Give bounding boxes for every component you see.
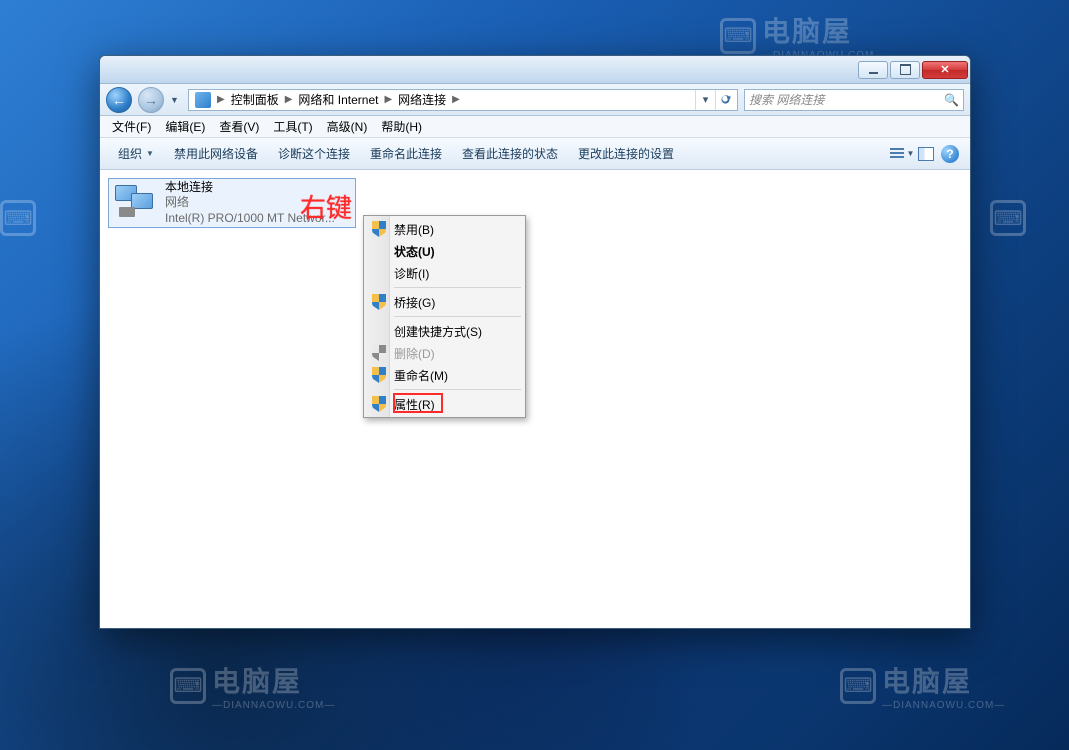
shield-icon <box>372 221 386 237</box>
forward-button[interactable]: → <box>138 87 164 113</box>
ctx-bridge[interactable]: 桥接(G) <box>366 291 523 313</box>
menu-help[interactable]: 帮助(H) <box>375 116 428 137</box>
search-icon[interactable]: 🔍 <box>944 93 959 107</box>
toolbar-change-settings[interactable]: 更改此连接的设置 <box>568 145 684 162</box>
explorer-window: ← → ▼ ▶ 控制面板 ▶ 网络和 Internet ▶ 网络连接 ▶ ▾ 搜… <box>99 55 971 629</box>
breadcrumb-item[interactable]: 网络和 Internet <box>294 91 382 108</box>
shield-icon <box>372 345 386 361</box>
annotation-right-click: 右键 <box>300 188 352 225</box>
ctx-divider <box>394 287 521 288</box>
ctx-create-shortcut[interactable]: 创建快捷方式(S) <box>366 320 523 342</box>
ctx-status[interactable]: 状态(U) <box>366 240 523 262</box>
ctx-rename[interactable]: 重命名(M) <box>366 364 523 386</box>
search-placeholder: 搜索 网络连接 <box>749 91 824 108</box>
breadcrumb-sep[interactable]: ▶ <box>450 94 462 105</box>
context-menu: 禁用(B) 状态(U) 诊断(I) 桥接(G) 创建快捷方式(S) 删除(D) … <box>363 215 526 418</box>
toolbar-diagnose[interactable]: 诊断这个连接 <box>268 145 360 162</box>
content-area[interactable]: 本地连接 网络 Intel(R) PRO/1000 MT Networ... <box>100 170 970 628</box>
view-options-button[interactable]: ▼ <box>892 144 912 164</box>
organize-button[interactable]: 组织 ▼ <box>108 145 164 162</box>
menu-file[interactable]: 文件(F) <box>106 116 157 137</box>
search-input[interactable]: 搜索 网络连接 🔍 <box>744 89 964 111</box>
menu-view[interactable]: 查看(V) <box>213 116 265 137</box>
breadcrumb-sep[interactable]: ▶ <box>283 94 295 105</box>
refresh-button[interactable] <box>715 90 735 110</box>
close-button[interactable] <box>922 61 968 79</box>
help-icon: ? <box>941 145 959 163</box>
breadcrumb-sep[interactable]: ▶ <box>215 94 227 105</box>
shield-icon <box>372 367 386 383</box>
ctx-delete: 删除(D) <box>366 342 523 364</box>
command-bar: 组织 ▼ 禁用此网络设备 诊断这个连接 重命名此连接 查看此连接的状态 更改此连… <box>100 138 970 170</box>
breadcrumb-sep[interactable]: ▶ <box>382 94 394 105</box>
preview-pane-button[interactable] <box>916 144 936 164</box>
network-adapter-icon <box>113 183 159 223</box>
address-bar[interactable]: ▶ 控制面板 ▶ 网络和 Internet ▶ 网络连接 ▶ ▾ <box>188 89 738 111</box>
shield-icon <box>372 294 386 310</box>
menu-bar: 文件(F) 编辑(E) 查看(V) 工具(T) 高级(N) 帮助(H) <box>100 116 970 138</box>
toolbar-view-status[interactable]: 查看此连接的状态 <box>452 145 568 162</box>
back-button[interactable]: ← <box>106 87 132 113</box>
nav-history-dropdown[interactable]: ▼ <box>170 95 182 105</box>
ctx-divider <box>394 389 521 390</box>
ctx-divider <box>394 316 521 317</box>
address-dropdown[interactable]: ▾ <box>695 90 715 110</box>
minimize-button[interactable] <box>858 61 888 79</box>
toolbar-rename[interactable]: 重命名此连接 <box>360 145 452 162</box>
maximize-button[interactable] <box>890 61 920 79</box>
shield-icon <box>372 396 386 412</box>
breadcrumb-item[interactable]: 网络连接 <box>394 91 450 108</box>
ctx-properties[interactable]: 属性(R) <box>366 393 523 415</box>
breadcrumb-item[interactable]: 控制面板 <box>227 91 283 108</box>
ctx-disable[interactable]: 禁用(B) <box>366 218 523 240</box>
ctx-diagnose[interactable]: 诊断(I) <box>366 262 523 284</box>
menu-advanced[interactable]: 高级(N) <box>321 116 374 137</box>
toolbar-disable-device[interactable]: 禁用此网络设备 <box>164 145 268 162</box>
title-bar[interactable] <box>100 56 970 84</box>
location-icon <box>195 92 211 108</box>
watermark-brand: 电脑屋 <box>762 10 885 50</box>
help-button[interactable]: ? <box>940 144 960 164</box>
menu-tools[interactable]: 工具(T) <box>267 116 318 137</box>
menu-edit[interactable]: 编辑(E) <box>159 116 211 137</box>
nav-bar: ← → ▼ ▶ 控制面板 ▶ 网络和 Internet ▶ 网络连接 ▶ ▾ 搜… <box>100 84 970 116</box>
